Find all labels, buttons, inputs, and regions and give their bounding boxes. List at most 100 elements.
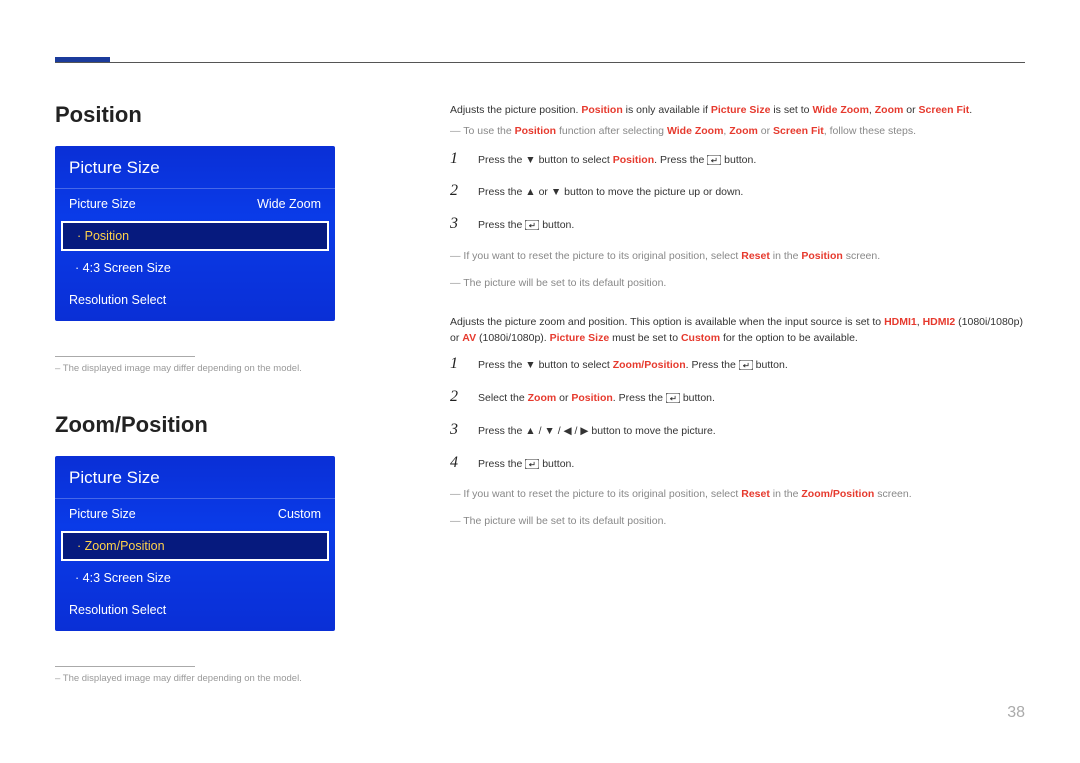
t: . (969, 104, 972, 116)
t: button. (539, 219, 574, 231)
t: is set to (770, 104, 812, 116)
hl: Zoom (528, 392, 557, 404)
step-text: Press the ▼ button to select Position. P… (478, 152, 1025, 169)
t: or (903, 104, 918, 116)
hl: Picture Size (711, 104, 771, 116)
dash-line: To use the Position function after selec… (450, 123, 1025, 140)
intro-position: Adjusts the picture position. Position i… (450, 102, 1025, 119)
enter-icon (707, 155, 721, 165)
step-text: Select the Zoom or Position. Press the b… (478, 390, 1025, 407)
step-list-2: 1 Press the ▼ button to select Zoom/Posi… (450, 355, 1025, 472)
hl: Position (581, 104, 622, 116)
t: in the (770, 488, 802, 500)
t: button. (753, 359, 788, 371)
t: , follow these steps. (824, 125, 916, 137)
hl: HDMI1 (884, 316, 917, 328)
step-text: Press the button. (478, 456, 1025, 473)
menu-row-label: Picture Size (69, 197, 136, 211)
section-heading-zoom: Zoom/Position (55, 412, 390, 438)
hl: Picture Size (550, 332, 610, 344)
hl: Zoom/Position (801, 488, 874, 500)
t: Press the (478, 219, 525, 231)
hl: HDMI2 (923, 316, 956, 328)
right-column: Adjusts the picture position. Position i… (450, 102, 1025, 722)
step-text: Press the ▼ button to select Zoom/Positi… (478, 357, 1025, 374)
t: Press the ▼ button to select (478, 154, 613, 166)
t: Select the (478, 392, 528, 404)
step-num: 2 (450, 182, 464, 200)
columns: Position Picture Size Picture Size Wide … (55, 62, 1025, 722)
step-text: Press the button. (478, 217, 1025, 234)
t: for the option to be available. (720, 332, 858, 344)
step-3: 3 Press the button. (450, 215, 1025, 234)
t: . Press the (654, 154, 707, 166)
right-section-2: Adjusts the picture zoom and position. T… (450, 314, 1025, 530)
page: Position Picture Size Picture Size Wide … (0, 0, 1080, 742)
t: function after selecting (556, 125, 667, 137)
menu-title: Picture Size (55, 456, 335, 499)
step-2: 2 Press the ▲ or ▼ button to move the pi… (450, 182, 1025, 201)
menu-item-43: 4:3 Screen Size (55, 563, 335, 593)
t: . Press the (686, 359, 739, 371)
hl: Position (801, 250, 842, 262)
step-list-1: 1 Press the ▼ button to select Position.… (450, 150, 1025, 234)
t: screen. (874, 488, 911, 500)
t: If you want to reset the picture to its … (463, 488, 741, 500)
t: screen. (843, 250, 880, 262)
step-1: 1 Press the ▼ button to select Zoom/Posi… (450, 355, 1025, 374)
step-3: 3 Press the ▲ / ▼ / ◀ / ▶ button to move… (450, 421, 1025, 440)
t: or (556, 392, 571, 404)
t: must be set to (609, 332, 681, 344)
t: . Press the (613, 392, 666, 404)
menu-item-resolution: Resolution Select (55, 593, 335, 631)
menu-row-picture-size: Picture Size Wide Zoom (55, 189, 335, 219)
t: Press the ▼ button to select (478, 359, 613, 371)
hl: Zoom (729, 125, 758, 137)
step-num: 3 (450, 421, 464, 439)
hl: Position (613, 154, 654, 166)
enter-icon (525, 459, 539, 469)
step-1: 1 Press the ▼ button to select Position.… (450, 150, 1025, 169)
enter-icon (666, 393, 680, 403)
hl: Reset (741, 488, 770, 500)
menu-title: Picture Size (55, 146, 335, 189)
footnote-text: The displayed image may differ depending… (55, 363, 390, 374)
t: button. (721, 154, 756, 166)
t: button. (680, 392, 715, 404)
menu-selected-position: Position (61, 221, 329, 251)
step-num: 4 (450, 454, 464, 472)
hl: Zoom (875, 104, 904, 116)
t: (1080i/1080p). (476, 332, 550, 344)
hl: Wide Zoom (667, 125, 723, 137)
hl: Position (571, 392, 612, 404)
step-2: 2 Select the Zoom or Position. Press the… (450, 388, 1025, 407)
menu-item-43: 4:3 Screen Size (55, 253, 335, 283)
footnote-rule (55, 666, 195, 667)
hl: Screen Fit (773, 125, 824, 137)
menu-box-position: Picture Size Picture Size Wide Zoom Posi… (55, 146, 335, 321)
footnote-text: The displayed image may differ depending… (55, 673, 390, 684)
hl: Wide Zoom (812, 104, 868, 116)
menu-row-value: Wide Zoom (257, 197, 321, 211)
t: Press the (478, 458, 525, 470)
hl: Screen Fit (919, 104, 970, 116)
dash-line: The picture will be set to its default p… (450, 275, 1025, 292)
left-column: Position Picture Size Picture Size Wide … (55, 102, 390, 722)
enter-icon (739, 360, 753, 370)
page-number: 38 (1007, 704, 1025, 722)
dash-line: If you want to reset the picture to its … (450, 486, 1025, 503)
hl: Reset (741, 250, 770, 262)
step-num: 2 (450, 388, 464, 406)
hl: Position (515, 125, 556, 137)
hl: Custom (681, 332, 720, 344)
step-text: Press the ▲ or ▼ button to move the pict… (478, 184, 1025, 201)
dash-line: If you want to reset the picture to its … (450, 248, 1025, 265)
hl: Zoom/Position (613, 359, 686, 371)
menu-selected-zoom: Zoom/Position (61, 531, 329, 561)
step-num: 3 (450, 215, 464, 233)
hl: AV (462, 332, 476, 344)
step-num: 1 (450, 355, 464, 373)
t: Adjusts the picture position. (450, 104, 581, 116)
section-heading-position: Position (55, 102, 390, 128)
footnote-rule (55, 356, 195, 357)
